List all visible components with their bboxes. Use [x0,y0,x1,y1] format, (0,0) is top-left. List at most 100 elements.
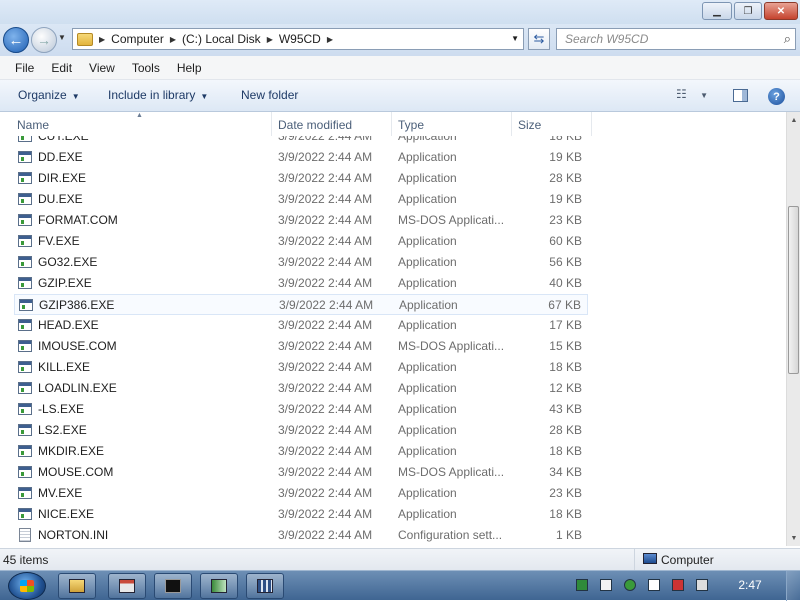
file-size: 23 KB [549,486,582,500]
file-row[interactable]: CUT.EXE 3/9/2022 2:44 AM Application 18 KB [14,136,588,147]
file-date-modified: 3/9/2022 2:44 AM [278,507,373,521]
command-bar: Organize ▼ Include in library ▼ New folder… [0,80,800,112]
column-size[interactable]: Size [512,112,592,136]
close-button[interactable]: ✕ [764,2,798,20]
status-zone: Computer [634,549,800,571]
file-row[interactable]: LS2.EXE 3/9/2022 2:44 AM Application 28 KB [14,420,588,441]
file-row[interactable]: HEAD.EXE 3/9/2022 2:44 AM Application 17 KB [14,315,588,336]
forward-arrow-icon: → [37,32,51,48]
flag-tray-icon[interactable] [648,579,660,591]
application-icon [18,214,32,226]
file-row[interactable]: GZIP386.EXE 3/9/2022 2:44 AM Application 67… [14,294,588,315]
file-row[interactable]: FV.EXE 3/9/2022 2:44 AM Application 60 KB [14,231,588,252]
document-tray-icon[interactable] [600,579,612,591]
recent-pages-button[interactable]: ▼ [58,33,66,42]
file-name: IMOUSE.COM [38,339,117,353]
search-icon[interactable]: ⌕ [784,31,791,47]
minimize-button[interactable]: ▁ [702,2,732,20]
application-icon [18,508,32,520]
taskbar-explorer-button[interactable] [58,573,96,599]
back-button[interactable]: ← [3,27,29,53]
file-date-modified: 3/9/2022 2:44 AM [278,213,373,227]
column-type[interactable]: Type [392,112,512,136]
file-row[interactable]: FORMAT.COM 3/9/2022 2:44 AM MS-DOS Applica… [14,210,588,231]
taskbar-command-prompt-button[interactable] [154,573,192,599]
file-row[interactable]: KILL.EXE 3/9/2022 2:44 AM Application 18 KB [14,357,588,378]
address-bar[interactable]: ▶ Computer ▶ (C:) Local Disk ▶ W95CD ▶ ▼ [72,28,524,50]
chevron-down-icon: ▼ [700,91,709,100]
new-folder-button[interactable]: New folder [241,88,298,102]
help-button[interactable]: ? [768,88,785,105]
file-row[interactable]: NORTON.INI 3/9/2022 2:44 AM Configuration … [14,525,588,546]
search-input[interactable] [565,29,775,49]
chevron-right-icon[interactable]: ▶ [327,35,333,44]
file-row[interactable]: GZIP.EXE 3/9/2022 2:44 AM Application 40 KB [14,273,588,294]
file-type: Application [398,507,457,521]
file-row[interactable]: MKDIR.EXE 3/9/2022 2:44 AM Application 18 K… [14,441,588,462]
chevron-right-icon[interactable]: ▶ [99,35,105,44]
breadcrumb-w95cd[interactable]: W95CD [279,32,321,46]
menu-edit[interactable]: Edit [48,59,75,77]
file-row[interactable]: MOUSE.COM 3/9/2022 2:44 AM MS-DOS Applicat… [14,462,588,483]
include-in-library-button[interactable]: Include in library ▼ [108,88,208,102]
file-row[interactable]: NICE.EXE 3/9/2022 2:44 AM Application 18 KB [14,504,588,525]
file-row[interactable]: IMOUSE.COM 3/9/2022 2:44 AM MS-DOS Applica… [14,336,588,357]
file-type: Application [398,192,457,206]
application-icon [18,136,32,142]
breadcrumb-computer[interactable]: Computer [111,32,164,46]
vertical-scrollbar[interactable]: ▲ ▼ [786,112,800,546]
file-size: 34 KB [549,465,582,479]
clock[interactable]: 2:47 [730,578,770,592]
file-date-modified: 3/9/2022 2:44 AM [278,234,373,248]
file-row[interactable]: DU.EXE 3/9/2022 2:44 AM Application 19 KB [14,189,588,210]
search-box[interactable]: ⌕ [556,28,796,50]
file-date-modified: 3/9/2022 2:44 AM [278,318,373,332]
breadcrumb-local-disk[interactable]: (C:) Local Disk [182,32,261,46]
file-row[interactable]: GO32.EXE 3/9/2022 2:44 AM Application 56 KB [14,252,588,273]
file-name: HEAD.EXE [38,318,99,332]
menu-file[interactable]: File [12,59,37,77]
start-button[interactable] [8,572,46,600]
menu-view[interactable]: View [86,59,118,77]
taskbar-app-window-button[interactable] [108,573,146,599]
preview-pane-button[interactable] [733,89,748,102]
application-icon [18,277,32,289]
chevron-right-icon[interactable]: ▶ [267,35,273,44]
title-bar[interactable]: ▁ ❐ ✕ [0,0,800,24]
status-zone-label: Computer [661,553,714,567]
file-size: 28 KB [549,423,582,437]
taskbar-network-app-button[interactable] [200,573,238,599]
file-row[interactable]: MV.EXE 3/9/2022 2:44 AM Application 23 KB [14,483,588,504]
taskbar-calculator-button[interactable] [246,573,284,599]
network-tray-icon[interactable] [576,579,588,591]
organize-button[interactable]: Organize ▼ [18,88,80,102]
scroll-up-button[interactable]: ▲ [787,112,800,128]
scroll-thumb[interactable] [788,206,799,374]
scroll-down-button[interactable]: ▼ [787,530,800,546]
file-row[interactable]: -LS.EXE 3/9/2022 2:44 AM Application 43 KB [14,399,588,420]
change-view-button[interactable]: ☷ ▼ [676,87,708,101]
file-date-modified: 3/9/2022 2:44 AM [278,136,373,143]
forward-button[interactable]: → [31,27,57,53]
file-name: LS2.EXE [38,423,87,437]
maximize-button[interactable]: ❐ [734,2,762,20]
refresh-button[interactable]: ⇆ [528,28,550,50]
column-name[interactable]: Name [11,112,272,136]
file-row[interactable]: DD.EXE 3/9/2022 2:44 AM Application 19 KB [14,147,588,168]
column-date-modified[interactable]: Date modified [272,112,392,136]
application-icon [19,299,33,311]
file-size: 19 KB [549,150,582,164]
chevron-right-icon[interactable]: ▶ [170,35,176,44]
menu-help[interactable]: Help [174,59,205,77]
network-app-icon [211,579,227,593]
status-bar: 45 items Computer [0,548,800,571]
network-status-icon[interactable] [672,579,684,591]
volume-muted-icon[interactable] [696,579,708,591]
file-date-modified: 3/9/2022 2:44 AM [278,150,373,164]
menu-tools[interactable]: Tools [129,59,163,77]
address-dropdown-icon[interactable]: ▼ [511,34,519,43]
file-row[interactable]: LOADLIN.EXE 3/9/2022 2:44 AM Application 12… [14,378,588,399]
show-desktop-button[interactable] [786,571,800,601]
file-row[interactable]: DIR.EXE 3/9/2022 2:44 AM Application 28 KB [14,168,588,189]
security-tray-icon[interactable] [624,579,636,591]
